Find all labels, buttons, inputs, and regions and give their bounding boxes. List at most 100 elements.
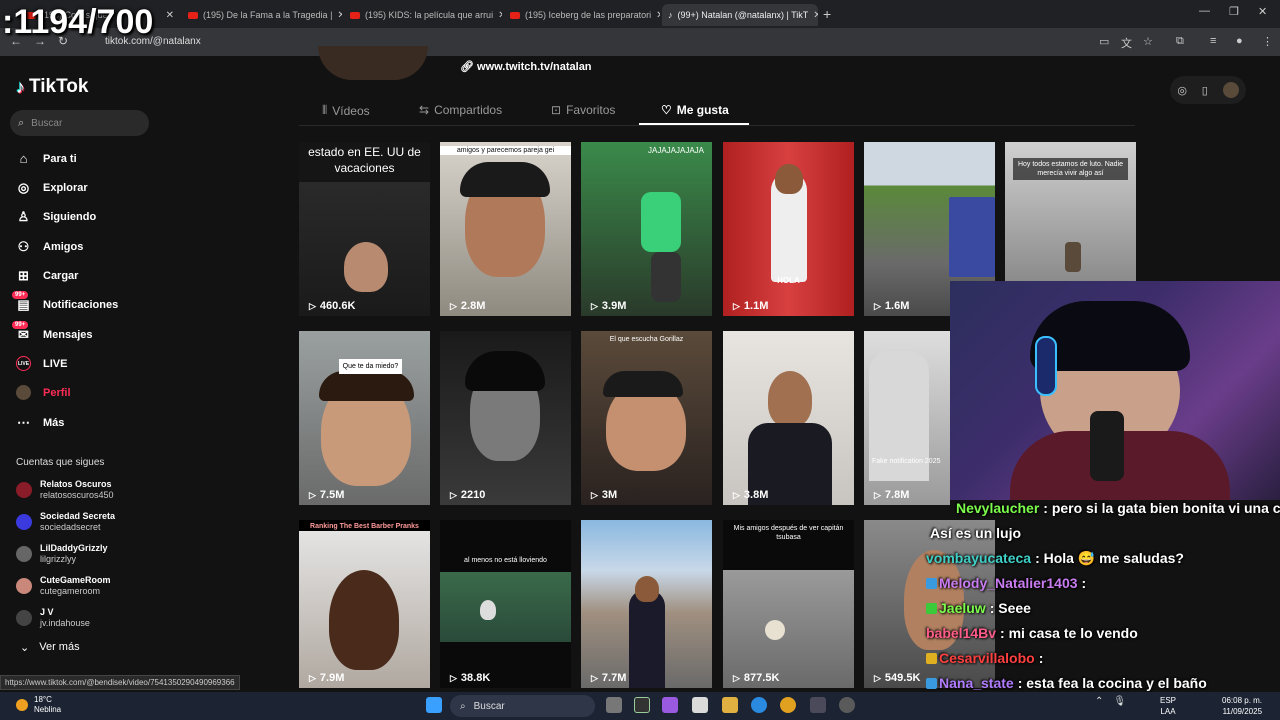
search-icon: ⌕	[460, 700, 466, 712]
video-tile[interactable]: Ranking The Best Barber Pranks ▷ 7.9M	[299, 520, 430, 688]
chat-username: Cesarvillalobo	[939, 650, 1035, 666]
system-clock[interactable]: 06:08 p. m. 11/09/2025	[1222, 695, 1262, 717]
store-icon[interactable]	[692, 697, 708, 713]
video-tile[interactable]: Mis amigos después de ver capitán tsubas…	[723, 520, 854, 688]
chat-username: Nana_state	[939, 675, 1014, 691]
chat-username: vombayucateca	[926, 550, 1032, 566]
translate-icon[interactable]: 文	[1121, 35, 1132, 51]
close-icon[interactable]: ✕	[813, 10, 818, 21]
copilot-icon[interactable]	[662, 697, 678, 713]
notification-badge: 99+	[12, 291, 29, 299]
sidebar-item-amigos[interactable]: ⚇ Amigos	[16, 239, 84, 254]
sidebar-item-explorar[interactable]: ◎ Explorar	[16, 180, 88, 195]
chrome-icon[interactable]	[780, 697, 796, 713]
start-icon[interactable]	[426, 697, 442, 713]
video-tile[interactable]: El que escucha Gorillaz ▷ 3M	[581, 331, 712, 505]
new-tab-icon[interactable]: +	[823, 6, 831, 22]
view-count: ▷ 3.9M	[591, 300, 627, 312]
video-tile[interactable]: JAJAJAJAJAJA ▷ 3.9M	[581, 142, 712, 316]
chat-text: : Seee	[989, 600, 1031, 616]
app-icon[interactable]	[634, 697, 650, 713]
compass-icon[interactable]: ◎	[1177, 84, 1187, 97]
followed-account[interactable]: CuteGameRoom cutegameroom	[16, 575, 111, 597]
view-count: ▷ 7.5M	[309, 489, 345, 501]
video-tile[interactable]: Fake notification 2025 ▷ 7.8M	[864, 331, 950, 505]
sidebar-item-cargar[interactable]: ⊞ Cargar	[16, 268, 78, 283]
play-icon: ▷	[733, 672, 740, 683]
followed-account[interactable]: Sociedad Secreta sociedadsecret	[16, 511, 115, 533]
maximize-icon[interactable]: ❐	[1229, 5, 1239, 18]
chevron-up-icon[interactable]: ⌃	[1095, 696, 1103, 707]
chat-text: : pero si la gata bien bonita vi una cas…	[1043, 500, 1280, 516]
tab-me-gusta[interactable]: ♡ Me gusta	[661, 103, 729, 117]
browser-tab-active[interactable]: ♪ (99+) Natalan (@natalanx) | TikT ✕	[662, 4, 818, 26]
browser-tab[interactable]: (195) De la Fama a la Tragedia | ✕	[182, 4, 342, 26]
tab-compartidos[interactable]: ⇆ Compartidos	[419, 103, 502, 117]
profile-avatar	[318, 46, 428, 80]
tab-videos[interactable]: ⦀ Vídeos	[322, 103, 370, 118]
video-tile[interactable]: estado en EE. UU de vacaciones ▷ 460.6K	[299, 142, 430, 316]
active-tab-indicator	[639, 123, 749, 125]
file-explorer-icon[interactable]	[722, 697, 738, 713]
profile-link[interactable]: 🔗︎ www.twitch.tv/natalan	[460, 60, 592, 73]
followed-account[interactable]: LilDaddyGrizzly lilgrizzlyy	[16, 543, 108, 565]
browser-tab[interactable]: (195) KIDS: la película que arrui ✕	[344, 4, 502, 26]
tab-title: (99+) Natalan (@natalanx) | TikT	[677, 10, 809, 20]
cast-icon[interactable]: ▭	[1099, 35, 1109, 48]
video-tile[interactable]: ▷ 7.7M	[581, 520, 712, 688]
extensions-icon[interactable]: ⧉	[1176, 35, 1184, 48]
taskbar-search[interactable]: ⌕ Buscar	[450, 695, 595, 717]
edge-icon[interactable]	[751, 697, 767, 713]
reading-list-icon[interactable]: ≡	[1210, 35, 1216, 47]
video-tile[interactable]: al menos no está lloviendo ▷ 38.8K	[440, 520, 571, 688]
chat-username: Nevylaucher	[956, 500, 1040, 516]
app-icon[interactable]	[810, 697, 826, 713]
video-caption: Mis amigos después de ver capitán tsubas…	[733, 525, 844, 541]
tiktok-logo[interactable]: ♪ TikTok	[16, 76, 88, 98]
browser-tab[interactable]: (195) Iceberg de las preparatori ✕	[504, 4, 660, 26]
avatar	[16, 578, 32, 594]
search-input[interactable]: ⌕ Buscar	[10, 110, 149, 136]
chat-badge-icon	[926, 653, 937, 664]
weather-widget[interactable]: 18°C Neblina	[16, 695, 61, 715]
followed-account[interactable]: J Vjv.indahouse	[16, 607, 90, 629]
phone-icon[interactable]: ▯	[1202, 84, 1208, 97]
app-icon[interactable]	[839, 697, 855, 713]
close-icon[interactable]: ✕	[656, 10, 660, 21]
video-tile[interactable]: amigos y parecemos pareja gei ▷ 2.8M	[440, 142, 571, 316]
sidebar-item-mensajes[interactable]: ✉ 99+ Mensajes	[12, 321, 93, 342]
microphone-icon[interactable]: 🎙︎	[1113, 696, 1126, 707]
view-count: ▷ 7.7M	[591, 672, 627, 684]
browser-menu-icon[interactable]: ⋮	[1262, 35, 1273, 48]
windows-taskbar: 18°C Neblina ⌕ Buscar ⌃ 🎙︎ ESP LAA 06:08 …	[0, 692, 1280, 720]
sidebar-item-notificaciones[interactable]: ▤ 99+ Notificaciones	[12, 291, 118, 312]
close-icon[interactable]: ✕	[166, 10, 174, 21]
task-view-icon[interactable]	[606, 697, 622, 713]
view-count: ▷ 2210	[450, 489, 486, 501]
close-icon[interactable]: ✕	[498, 10, 502, 21]
video-tile[interactable]: ▷ 3.8M	[723, 331, 854, 505]
minimize-icon[interactable]: —	[1199, 5, 1210, 17]
video-caption: estado en EE. UU de vacaciones	[308, 145, 421, 175]
video-tile[interactable]: Que te da miedo? ▷ 7.5M	[299, 331, 430, 505]
video-caption: Que te da miedo?	[339, 359, 402, 374]
chat-text: Así es un lujo	[930, 525, 1022, 541]
video-tile[interactable]: ▷ 2210	[440, 331, 571, 505]
bookmark-star-icon[interactable]: ☆	[1143, 35, 1153, 48]
followed-account[interactable]: Relatos Oscuros relatososcuros450	[16, 479, 114, 501]
video-caption: al menos no está lloviendo	[464, 557, 547, 564]
avatar-icon[interactable]	[1222, 82, 1239, 98]
sidebar-item-mas[interactable]: ⋯ Más	[16, 415, 64, 430]
sidebar-item-live[interactable]: LIVE LIVE	[16, 356, 67, 371]
sidebar-item-siguiendo[interactable]: ♙ Siguiendo	[16, 209, 97, 224]
window-close-icon[interactable]: ✕	[1258, 5, 1267, 18]
language-indicator[interactable]: ESP LAA	[1160, 695, 1176, 717]
tab-title: (195) KIDS: la película que arrui	[365, 10, 494, 20]
video-tile[interactable]: HOLA ▷ 1.1M	[723, 142, 854, 316]
sidebar-item-para-ti[interactable]: ⌂ Para ti	[16, 151, 77, 166]
profile-avatar-icon[interactable]: ●	[1236, 35, 1243, 47]
close-icon[interactable]: ✕	[337, 10, 342, 21]
see-more-link[interactable]: ⌄ Ver más	[20, 641, 80, 654]
tab-favoritos[interactable]: ⊡ Favoritos	[551, 103, 615, 117]
sidebar-item-perfil[interactable]: Perfil	[16, 385, 71, 400]
